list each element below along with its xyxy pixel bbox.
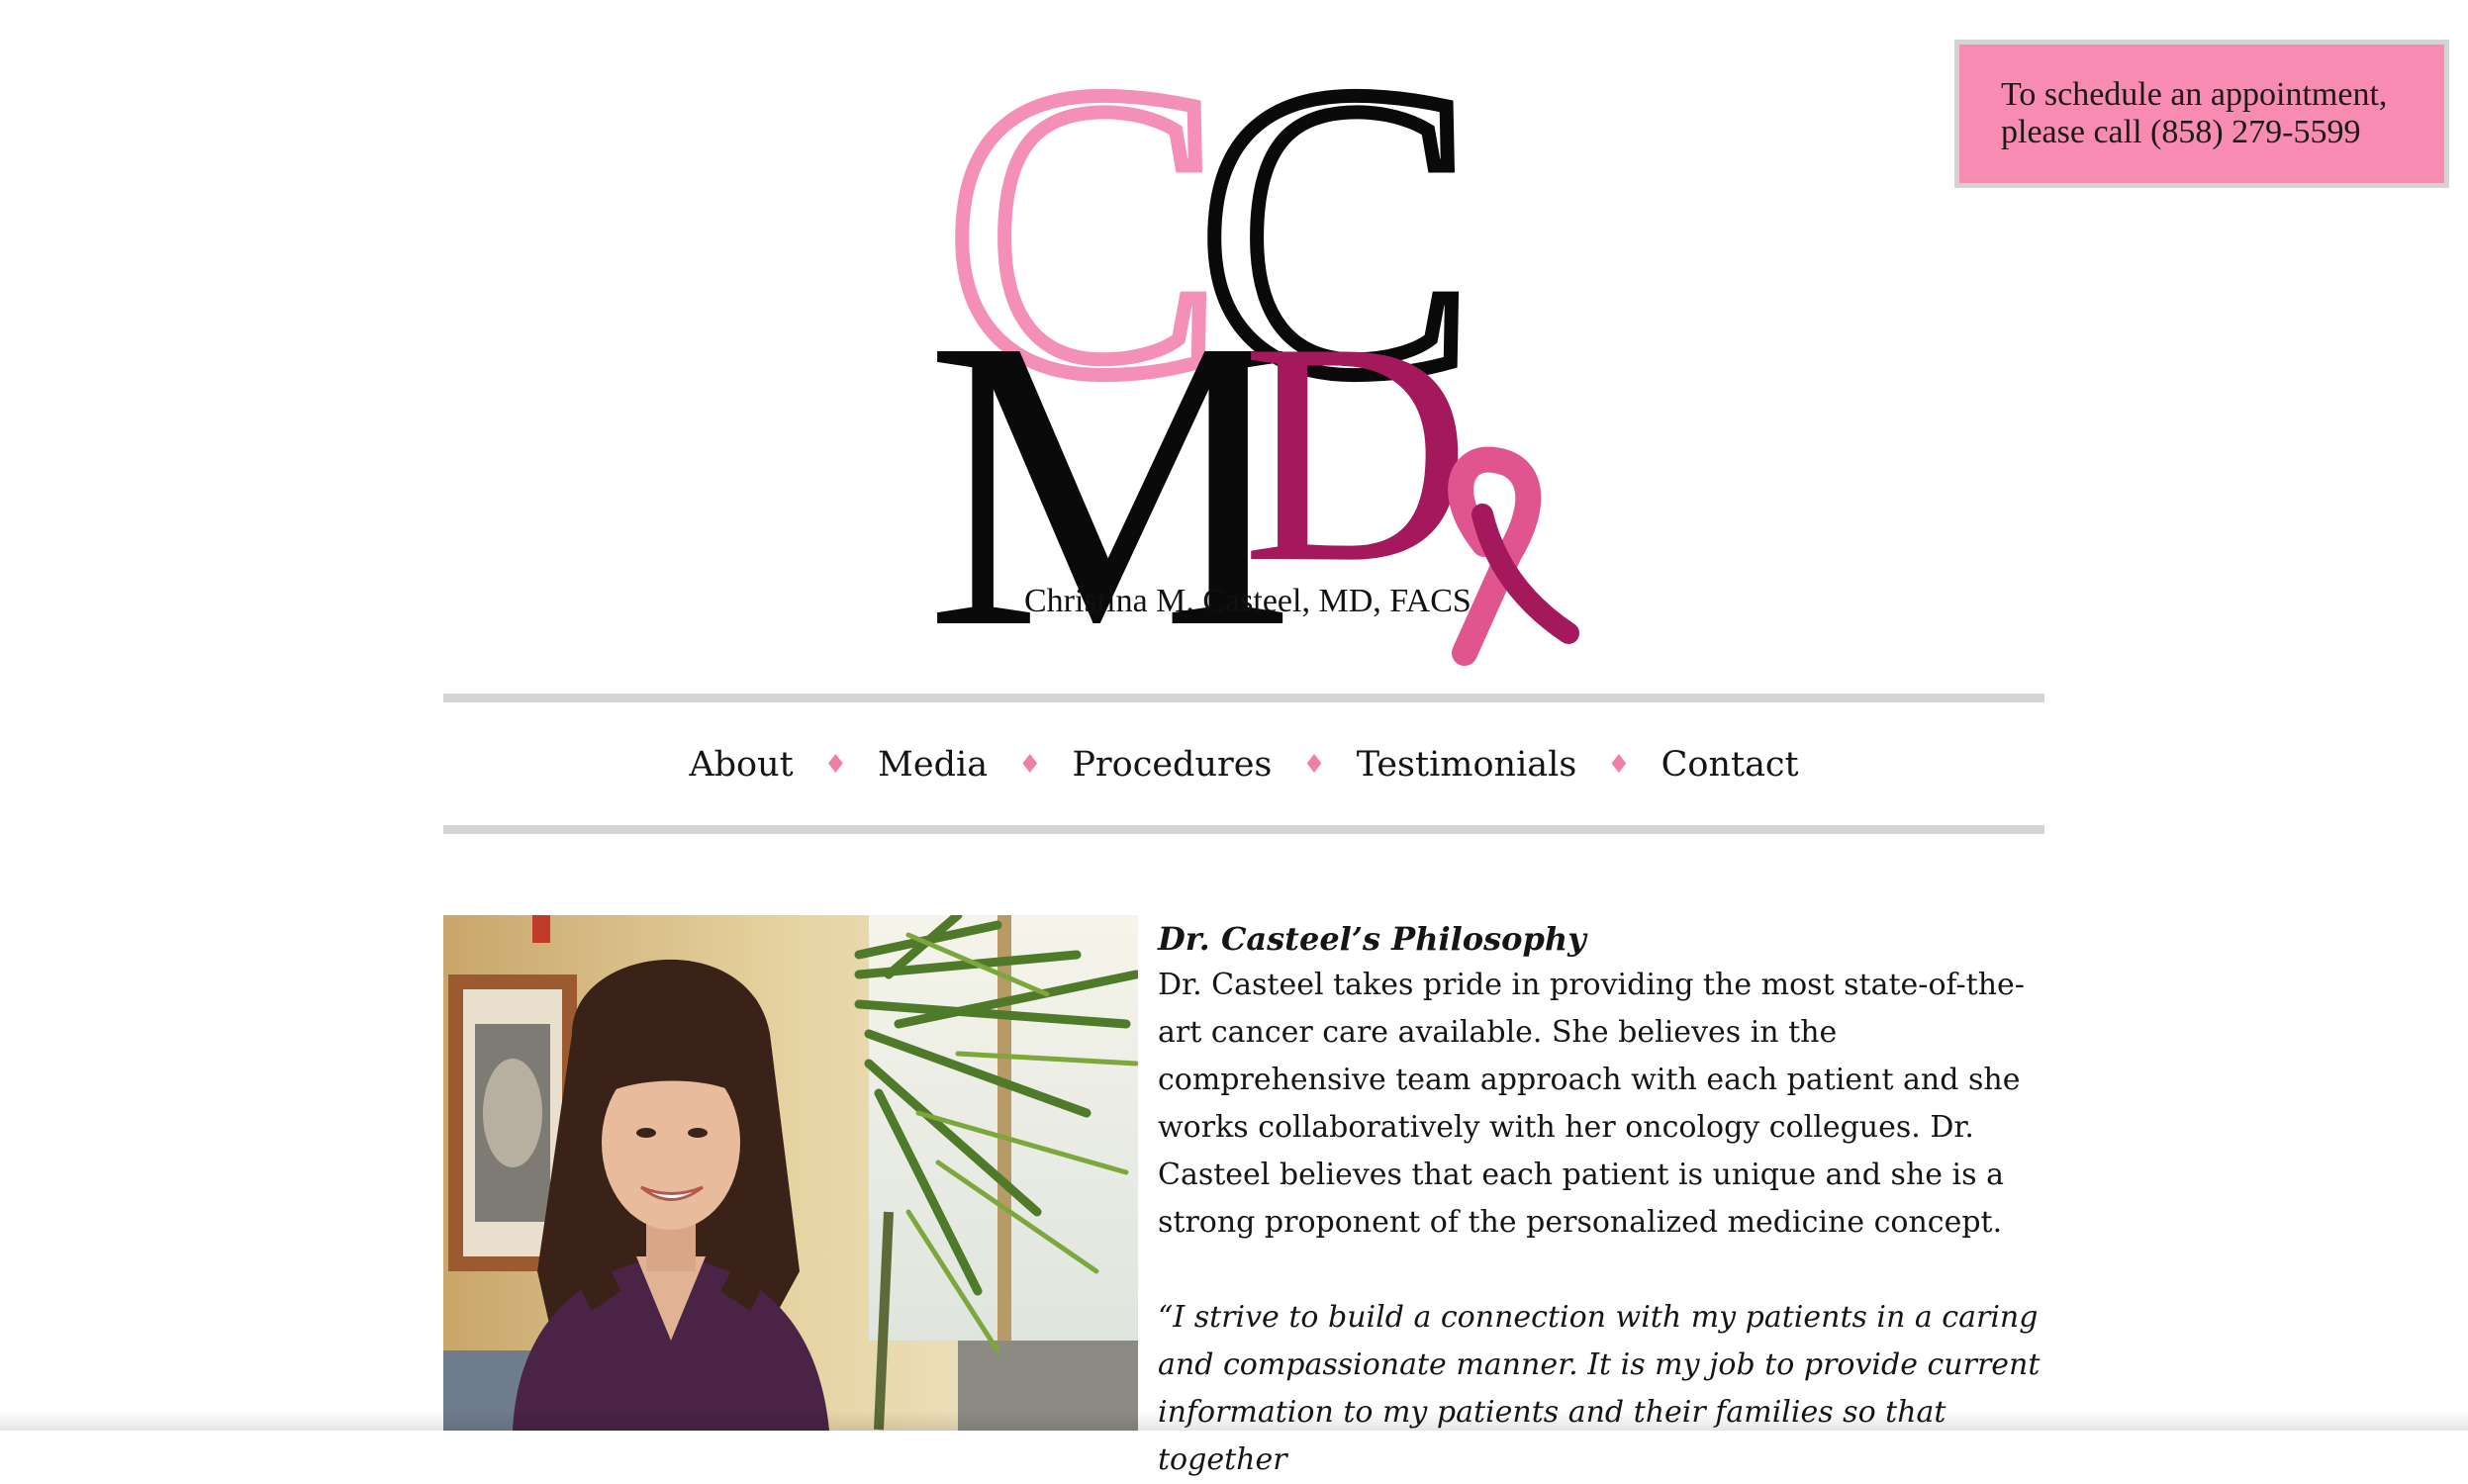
site-logo[interactable]: C C M D Christina M. Casteel, MD, FACS xyxy=(891,40,1583,673)
pink-ribbon-icon xyxy=(1448,446,1579,666)
appointment-phone-line[interactable]: please call (858) 279-5599 xyxy=(2001,114,2409,151)
appointment-callout: To schedule an appointment, please call … xyxy=(1954,40,2449,188)
diamond-separator-icon: ♦ xyxy=(1302,750,1326,780)
nav-item-contact[interactable]: Contact xyxy=(1661,745,1799,785)
nav-bottom-rule xyxy=(443,825,2044,834)
logo-name: Christina M. Casteel, MD, FACS xyxy=(1024,583,1471,619)
diamond-separator-icon: ♦ xyxy=(823,750,848,780)
diamond-separator-icon: ♦ xyxy=(1607,750,1631,780)
portrait-photo xyxy=(443,915,1138,1431)
nav-item-procedures[interactable]: Procedures xyxy=(1072,745,1272,785)
nav-top-rule xyxy=(443,694,2044,702)
logo-letter-d: D xyxy=(1242,278,1471,628)
nav-item-about[interactable]: About xyxy=(689,745,793,785)
philosophy-section: Dr. Casteel’s Philosophy Dr. Casteel tak… xyxy=(1158,916,2058,1484)
nav-item-testimonials[interactable]: Testimonials xyxy=(1357,745,1577,785)
diamond-separator-icon: ♦ xyxy=(1018,750,1042,780)
section-heading: Dr. Casteel’s Philosophy xyxy=(1158,920,1586,958)
appointment-line-1: To schedule an appointment, xyxy=(2001,76,2388,113)
bottom-shadow xyxy=(0,1411,2468,1431)
nav-item-media[interactable]: Media xyxy=(878,745,988,785)
philosophy-paragraph: Dr. Casteel takes pride in providing the… xyxy=(1158,968,2025,1240)
main-nav: About ♦ Media ♦ Procedures ♦ Testimonial… xyxy=(443,740,2044,789)
philosophy-quote: “I strive to build a connection with my … xyxy=(1158,1300,2041,1477)
